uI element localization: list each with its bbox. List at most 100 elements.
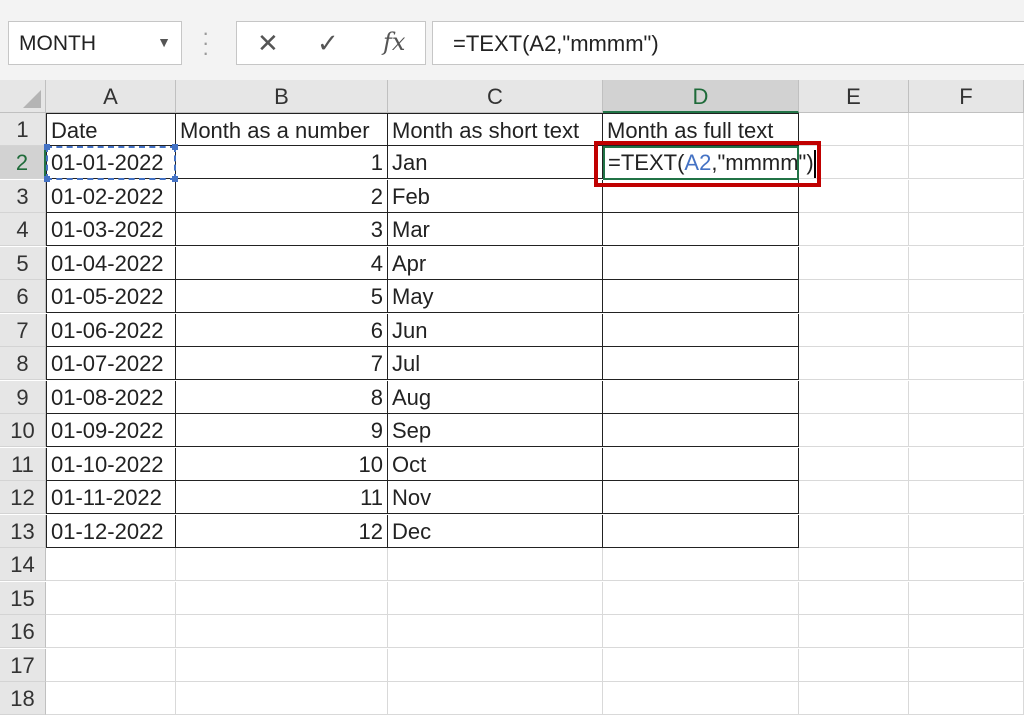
cell-empty[interactable] bbox=[909, 213, 1024, 246]
cell-date[interactable]: 01-04-2022 bbox=[46, 247, 176, 280]
cell-empty[interactable] bbox=[909, 481, 1024, 514]
cell-month-short[interactable]: Aug bbox=[388, 381, 603, 414]
cell-month-short[interactable]: Feb bbox=[388, 180, 603, 213]
column-header-f[interactable]: F bbox=[909, 80, 1024, 113]
check-icon[interactable]: ✓ bbox=[317, 28, 339, 59]
cell-empty[interactable] bbox=[46, 649, 176, 682]
row-header-3[interactable]: 3 bbox=[0, 180, 46, 213]
column-header-c[interactable]: C bbox=[388, 80, 603, 113]
select-all-button[interactable] bbox=[0, 80, 46, 113]
cell-month-short[interactable]: Oct bbox=[388, 448, 603, 481]
row-header-5[interactable]: 5 bbox=[0, 247, 46, 280]
cell-empty[interactable] bbox=[176, 615, 388, 648]
cell-empty[interactable] bbox=[799, 180, 909, 213]
cell-empty[interactable] bbox=[799, 213, 909, 246]
cell-empty[interactable] bbox=[799, 481, 909, 514]
row-header-6[interactable]: 6 bbox=[0, 280, 46, 313]
header-month-full[interactable]: Month as full text bbox=[603, 113, 799, 146]
cell-empty[interactable] bbox=[799, 247, 909, 280]
cell-date[interactable]: 01-12-2022 bbox=[46, 515, 176, 548]
cell-empty[interactable] bbox=[46, 615, 176, 648]
cell-empty[interactable] bbox=[799, 515, 909, 548]
cell-empty[interactable] bbox=[799, 582, 909, 615]
cell-empty[interactable] bbox=[388, 682, 603, 715]
cell-empty[interactable] bbox=[603, 615, 799, 648]
cell-empty[interactable] bbox=[176, 649, 388, 682]
column-header-a[interactable]: A bbox=[46, 80, 176, 113]
cell-month-short[interactable]: Sep bbox=[388, 414, 603, 447]
cell-empty[interactable] bbox=[603, 649, 799, 682]
formula-input[interactable]: =TEXT(A2,"mmmm") bbox=[432, 21, 1024, 65]
row-header-8[interactable]: 8 bbox=[0, 347, 46, 380]
cell-empty[interactable] bbox=[909, 347, 1024, 380]
cell-month-short[interactable]: Jan bbox=[388, 146, 603, 179]
cell-empty[interactable] bbox=[909, 414, 1024, 447]
cell-empty[interactable] bbox=[909, 515, 1024, 548]
cell-month-number[interactable]: 11 bbox=[176, 481, 388, 514]
cell-month-full[interactable] bbox=[603, 247, 799, 280]
cell-month-number[interactable]: 10 bbox=[176, 448, 388, 481]
cell-empty[interactable] bbox=[388, 649, 603, 682]
cell-empty[interactable] bbox=[46, 682, 176, 715]
cell-empty[interactable] bbox=[799, 448, 909, 481]
row-header-15[interactable]: 15 bbox=[0, 582, 46, 615]
fx-icon[interactable]: fx bbox=[383, 28, 405, 56]
cell-empty[interactable] bbox=[909, 615, 1024, 648]
cell-date[interactable]: 01-07-2022 bbox=[46, 347, 176, 380]
cell-empty[interactable] bbox=[388, 582, 603, 615]
cell-empty[interactable] bbox=[603, 582, 799, 615]
cell-empty[interactable] bbox=[909, 280, 1024, 313]
row-header-11[interactable]: 11 bbox=[0, 448, 46, 481]
cell-month-number[interactable]: 12 bbox=[176, 515, 388, 548]
cell-empty[interactable] bbox=[799, 113, 909, 146]
cell-month-short[interactable]: Mar bbox=[388, 213, 603, 246]
cell-empty[interactable] bbox=[909, 682, 1024, 715]
cell-month-full[interactable] bbox=[603, 481, 799, 514]
cell-empty[interactable] bbox=[46, 548, 176, 581]
cell-date[interactable]: 01-09-2022 bbox=[46, 414, 176, 447]
cell-month-short[interactable]: Jul bbox=[388, 347, 603, 380]
cell-month-short[interactable]: Nov bbox=[388, 481, 603, 514]
cell-empty[interactable] bbox=[909, 381, 1024, 414]
cell-date[interactable]: 01-06-2022 bbox=[46, 314, 176, 347]
cell-empty[interactable] bbox=[46, 582, 176, 615]
column-header-e[interactable]: E bbox=[799, 80, 909, 113]
x-icon[interactable]: ✕ bbox=[257, 28, 279, 59]
cell-d2-editing[interactable]: =TEXT(A2,"mmmm") bbox=[603, 146, 814, 179]
cell-month-full[interactable] bbox=[603, 314, 799, 347]
cell-month-number[interactable]: 1 bbox=[176, 146, 388, 179]
header-month-short[interactable]: Month as short text bbox=[388, 113, 603, 146]
cell-month-number[interactable]: 9 bbox=[176, 414, 388, 447]
name-box[interactable]: MONTH ▼ bbox=[8, 21, 182, 65]
cell-empty[interactable] bbox=[799, 381, 909, 414]
cell-month-short[interactable]: Apr bbox=[388, 247, 603, 280]
row-header-14[interactable]: 14 bbox=[0, 548, 46, 581]
cell-date[interactable]: 01-05-2022 bbox=[46, 280, 176, 313]
column-header-d[interactable]: D bbox=[603, 80, 799, 113]
cell-month-number[interactable]: 8 bbox=[176, 381, 388, 414]
cell-date[interactable]: 01-01-2022 bbox=[46, 146, 176, 179]
cell-date[interactable]: 01-11-2022 bbox=[46, 481, 176, 514]
row-header-18[interactable]: 18 bbox=[0, 682, 46, 715]
cell-empty[interactable] bbox=[909, 113, 1024, 146]
cell-date[interactable]: 01-02-2022 bbox=[46, 180, 176, 213]
cell-empty[interactable] bbox=[799, 548, 909, 581]
cell-empty[interactable] bbox=[176, 682, 388, 715]
cell-empty[interactable] bbox=[909, 649, 1024, 682]
cell-empty[interactable] bbox=[909, 448, 1024, 481]
cell-empty[interactable] bbox=[388, 615, 603, 648]
cell-month-full[interactable] bbox=[603, 180, 799, 213]
cell-month-number[interactable]: 7 bbox=[176, 347, 388, 380]
cell-empty[interactable] bbox=[799, 280, 909, 313]
cell-month-number[interactable]: 3 bbox=[176, 213, 388, 246]
cell-empty[interactable] bbox=[799, 414, 909, 447]
cell-month-full[interactable] bbox=[603, 280, 799, 313]
row-header-7[interactable]: 7 bbox=[0, 314, 46, 347]
cell-month-full[interactable] bbox=[603, 213, 799, 246]
row-header-13[interactable]: 13 bbox=[0, 515, 46, 548]
row-header-16[interactable]: 16 bbox=[0, 615, 46, 648]
cell-empty[interactable] bbox=[176, 548, 388, 581]
cell-date[interactable]: 01-08-2022 bbox=[46, 381, 176, 414]
cell-month-full[interactable] bbox=[603, 414, 799, 447]
row-header-4[interactable]: 4 bbox=[0, 213, 46, 246]
